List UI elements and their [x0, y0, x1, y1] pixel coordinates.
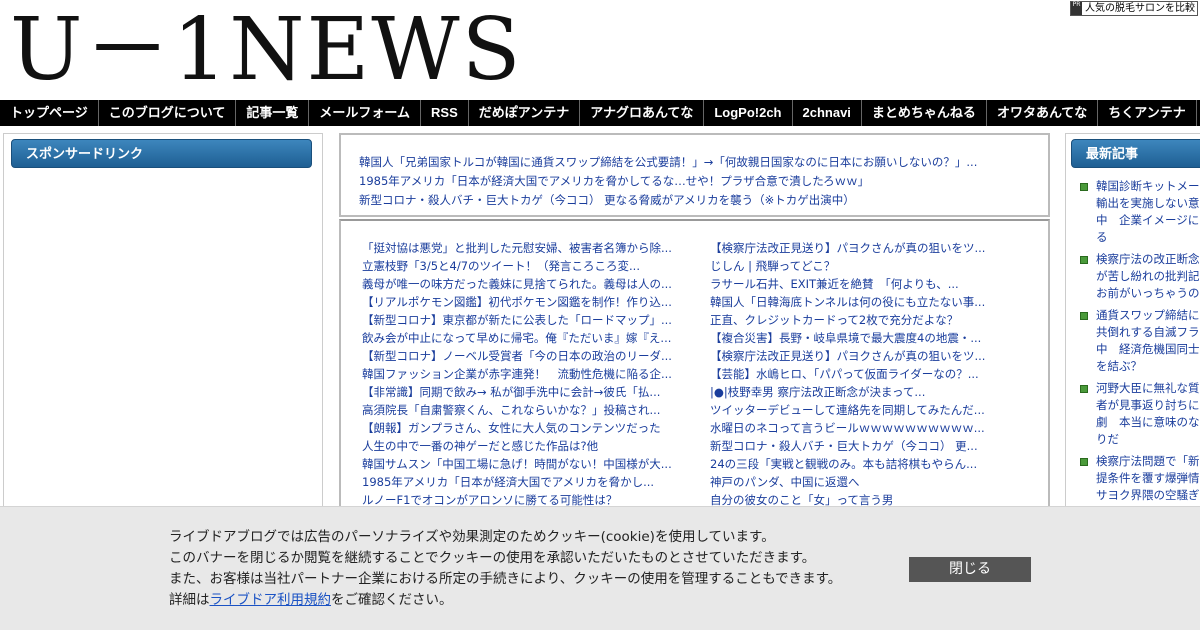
recent-article-text-line: お前がいっちゃうの: [1096, 286, 1200, 300]
recent-article-item[interactable]: 河野大臣に無礼な質 者が見事返り討ちに劇 本当に意味のな りだ: [1080, 380, 1200, 448]
nav-item-1[interactable]: このブログについて: [99, 100, 237, 126]
featured-links-box: 韓国人「兄弟国家トルコが韓国に通貨スワップ締結を公式要請！」→「何故親日国家なの…: [339, 133, 1050, 217]
green-square-bullet-icon: [1080, 312, 1088, 320]
related-link[interactable]: 【非常識】同期で飲み→ 私が御手洗中に会計→彼氏「払...: [362, 383, 690, 401]
recent-article-text-line: 輸出を実施しない意: [1096, 196, 1200, 210]
recent-article-text-line: サヨク界隈の空騒ぎ: [1096, 488, 1200, 502]
related-link[interactable]: 【朗報】ガンプラさん、女性に大人気のコンテンツだった: [362, 419, 690, 437]
related-link[interactable]: 【検察庁法改正見送り】パヨクさんが真の狙いをツ...: [710, 239, 1038, 257]
nav-item-10[interactable]: オワタあんてな: [987, 100, 1099, 126]
sponsor-box-title: スポンサードリンク: [11, 139, 312, 168]
recent-article-text-line: 検察庁法問題で「新: [1096, 454, 1200, 468]
nav-item-8[interactable]: 2chnavi: [793, 100, 862, 126]
nav-item-9[interactable]: まとめちゃんねる: [862, 100, 987, 126]
cookie-line-3: また、お客様は当社パートナー企業における所定の手続きにより、クッキーの使用を管理…: [169, 571, 842, 587]
nav-item-7[interactable]: LogPo!2ch: [704, 100, 793, 126]
related-link[interactable]: じしん | 飛騨ってどこ？: [710, 257, 1038, 275]
green-square-bullet-icon: [1080, 458, 1088, 466]
recent-article-text-line: 検察庁法の改正断念: [1096, 252, 1200, 266]
related-link[interactable]: 義母が唯一の味方だった義妹に見捨てられた。義母は人の...: [362, 275, 690, 293]
nav-item-2[interactable]: 記事一覧: [236, 100, 310, 126]
recent-article-text-line: る: [1096, 230, 1108, 244]
related-links-right: 【検察庁法改正見送り】パヨクさんが真の狙いをツ... じしん | 飛騨ってどこ？ラ…: [710, 239, 1038, 509]
green-square-bullet-icon: [1080, 256, 1088, 264]
top-ad-link[interactable]: PR 人気の脱毛サロンを比較: [1070, 1, 1198, 16]
recent-article-text-line: 劇 本当に意味のな: [1096, 415, 1200, 429]
related-link[interactable]: 人生の中で一番の神ゲーだと感じた作品は?他: [362, 437, 690, 455]
related-link[interactable]: 【複合災害】長野・岐阜県境で最大震度4の地震・...: [710, 329, 1038, 347]
recent-article-item[interactable]: 通貨スワップ締結に 共倒れする自滅フラ中 経済危機国同士 を結ぶ？: [1080, 307, 1200, 375]
recent-article-text-line: 中 企業イメージに: [1096, 213, 1200, 227]
related-link[interactable]: 【リアルポケモン図鑑】初代ポケモン図鑑を制作！作り込...: [362, 293, 690, 311]
pr-mark-icon: PR: [1071, 2, 1082, 15]
cookie-details-prefix: 詳細は: [169, 592, 210, 608]
related-link[interactable]: 24の三段「実戦と観戦のみ。本も詰将棋もやらん...: [710, 455, 1038, 473]
nav-item-0[interactable]: トップページ: [0, 100, 99, 126]
nav-item-5[interactable]: だめぽアンテナ: [469, 100, 581, 126]
featured-links-list: 韓国人「兄弟国家トルコが韓国に通貨スワップ締結を公式要請！」→「何故親日国家なの…: [359, 153, 977, 210]
related-links-left: 「挺対協は悪党」と批判した元慰安婦、被害者名簿から除... 立憲枝野「3/5と4/…: [362, 239, 690, 509]
green-square-bullet-icon: [1080, 183, 1088, 191]
related-link[interactable]: 【新型コロナ】東京都が新たに公表した「ロードマップ」...: [362, 311, 690, 329]
recent-article-text-line: 提条件を覆す爆弾情: [1096, 471, 1200, 485]
related-link[interactable]: 「挺対協は悪党」と批判した元慰安婦、被害者名簿から除...: [362, 239, 690, 257]
related-link[interactable]: 韓国人「日韓海底トンネルは何の役にも立たない事...: [710, 293, 1038, 311]
recent-article-text-line: が苦し紛れの批判記: [1096, 269, 1200, 283]
cookie-close-button[interactable]: 閉じる: [909, 557, 1031, 582]
site-logo[interactable]: U－1NEWS: [10, 2, 523, 98]
nav-item-6[interactable]: アナグロあんてな: [580, 100, 705, 126]
recent-article-text-line: 共倒れする自滅フラ: [1096, 325, 1200, 339]
recent-article-text-line: 韓国診断キットメー: [1096, 179, 1200, 193]
cookie-line-1: ライブドアブログでは広告のパーソナライズや効果測定のためクッキー(cookie)…: [169, 529, 775, 545]
cookie-line-4: 詳細はライブドア利用規約をご確認ください。: [169, 590, 889, 611]
featured-link[interactable]: 韓国人「兄弟国家トルコが韓国に通貨スワップ締結を公式要請！」→「何故親日国家なの…: [359, 153, 977, 172]
related-link[interactable]: ツイッターデビューして連絡先を同期してみたんだ...: [710, 401, 1038, 419]
related-link[interactable]: 【検察庁法改正見送り】パヨクさんが真の狙いをツ...: [710, 347, 1038, 365]
nav-item-11[interactable]: ちくアンテナ: [1098, 100, 1197, 126]
cookie-details-suffix: をご確認ください。: [331, 592, 453, 608]
recent-article-text-line: 通貨スワップ締結に: [1096, 308, 1200, 322]
cookie-banner: ライブドアブログでは広告のパーソナライズや効果測定のためクッキー(cookie)…: [0, 506, 1200, 630]
global-nav: トップページ このブログについて 記事一覧 メールフォーム RSS だめぽアンテナ アナグロ…: [0, 100, 1200, 126]
terms-link[interactable]: ライブドア利用規約: [210, 592, 332, 608]
green-square-bullet-icon: [1080, 385, 1088, 393]
featured-link[interactable]: 新型コロナ・殺人バチ・巨大トカゲ（今ココ） 更なる脅威がアメリカを襲う（※トカゲ…: [359, 191, 977, 210]
recent-article-text-line: りだ: [1096, 432, 1119, 446]
recent-articles-list: 韓国診断キットメー 輸出を実施しない意中 企業イメージにる検察庁法の改正断念 が苦し…: [1080, 178, 1200, 509]
top-ad-text: 人気の脱毛サロンを比較: [1085, 3, 1195, 14]
related-link[interactable]: |●|枝野幸男 察庁法改正断念が決まって...: [710, 383, 1038, 401]
cookie-line-2: このバナーを閉じるか閲覧を継続することでクッキーの使用を承認いただいたものとさせ…: [169, 550, 816, 566]
related-link[interactable]: 水曜日のネコって言うビールｗｗｗｗｗｗｗｗｗｗ...: [710, 419, 1038, 437]
recent-article-item[interactable]: 韓国診断キットメー 輸出を実施しない意中 企業イメージにる: [1080, 178, 1200, 246]
recent-article-text-line: を結ぶ？: [1096, 359, 1142, 373]
related-link[interactable]: 立憲枝野「3/5と4/7のツイート！（発言ころころ変...: [362, 257, 690, 275]
cookie-message: ライブドアブログでは広告のパーソナライズや効果測定のためクッキー(cookie)…: [169, 527, 889, 611]
related-link[interactable]: 【新型コロナ】ノーベル受賞者「今の日本の政治のリーダ...: [362, 347, 690, 365]
related-link[interactable]: ラサール石井、EXIT兼近を絶賛 「何よりも、...: [710, 275, 1038, 293]
recent-article-item[interactable]: 検察庁法の改正断念 が苦し紛れの批判記 お前がいっちゃうの: [1080, 251, 1200, 302]
related-link[interactable]: 高須院長「自粛警察くん、これならいかな？」投稿され...: [362, 401, 690, 419]
page: U－1NEWS PR 人気の脱毛サロンを比較 トップページ このブログについて 記事…: [0, 0, 1200, 630]
nav-item-3[interactable]: メールフォーム: [309, 100, 422, 126]
recent-article-text-line: 河野大臣に無礼な質: [1096, 381, 1200, 395]
related-link[interactable]: 正直、クレジットカードって2枚で充分だよな？: [710, 311, 1038, 329]
featured-link[interactable]: 1985年アメリカ「日本が経済大国でアメリカを脅かしてるな…せや！プラザ合意で潰…: [359, 172, 977, 191]
nav-item-4[interactable]: RSS: [421, 100, 469, 126]
recent-articles-title: 最新記事: [1071, 139, 1200, 168]
recent-article-item[interactable]: 検察庁法問題で「新 提条件を覆す爆弾情 サヨク界隈の空騒ぎ: [1080, 453, 1200, 504]
related-link[interactable]: 新型コロナ・殺人バチ・巨大トカゲ（今ココ） 更...: [710, 437, 1038, 455]
related-link[interactable]: 飲み会が中止になって早めに帰宅。俺『ただいま』嫁『え...: [362, 329, 690, 347]
related-link[interactable]: 神戸のパンダ、中国に返還へ: [710, 473, 1038, 491]
recent-article-text-line: 中 経済危機国同士: [1096, 342, 1200, 356]
related-link[interactable]: 韓国ファッション企業が赤字連発！ 流動性危機に陥る企...: [362, 365, 690, 383]
recent-article-text-line: 者が見事返り討ちに: [1096, 398, 1200, 412]
related-link[interactable]: 【芸能】水嶋ヒロ、「パパって仮面ライダーなの？...: [710, 365, 1038, 383]
related-link[interactable]: 1985年アメリカ「日本が経済大国でアメリカを脅かし...: [362, 473, 690, 491]
related-link[interactable]: 韓国サムスン「中国工場に急げ！時間がない！中国様が大...: [362, 455, 690, 473]
